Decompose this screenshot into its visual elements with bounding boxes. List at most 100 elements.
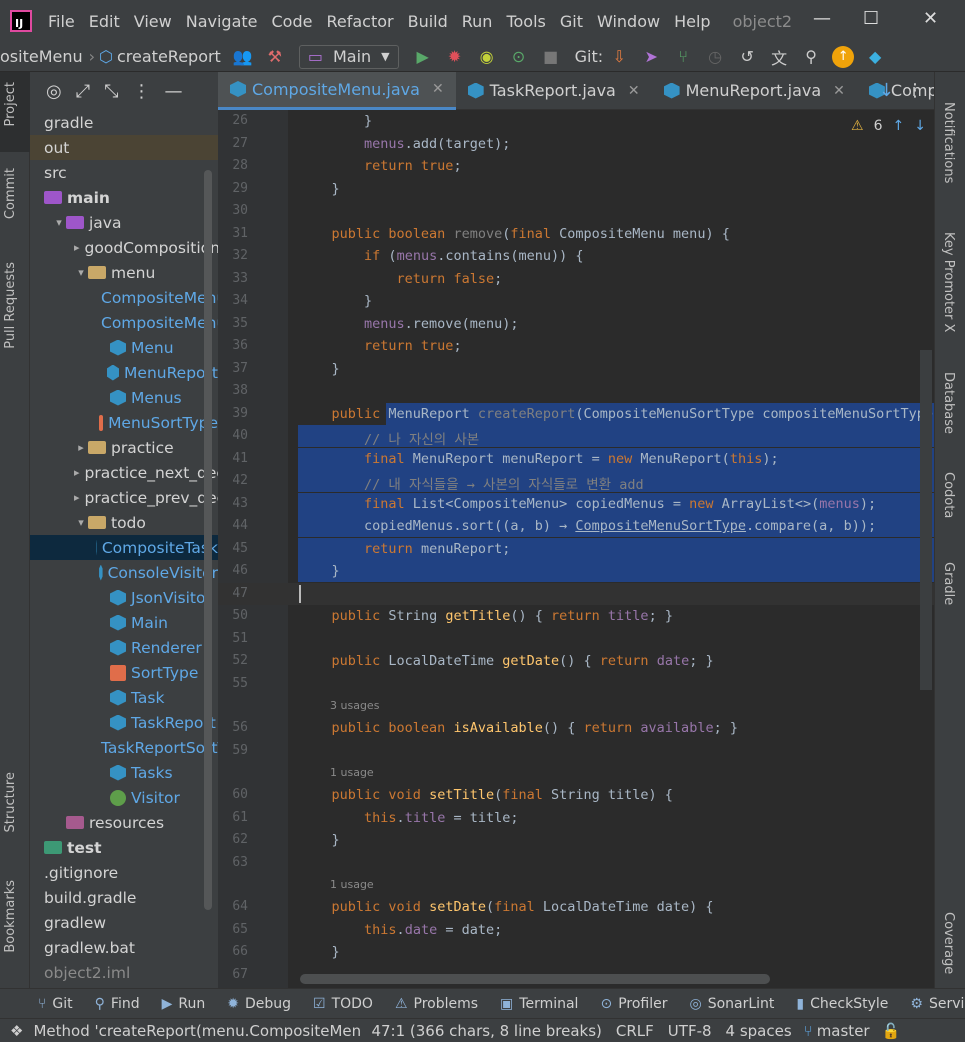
tree-item[interactable]: Visitor — [30, 785, 218, 810]
tool-codota[interactable]: Codota — [941, 472, 956, 518]
editor-tab[interactable]: MenuReport.java ✕ — [652, 72, 857, 110]
tree-item[interactable]: resources — [30, 810, 218, 835]
editor-tab[interactable]: TaskReport.java ✕ — [456, 72, 652, 110]
lock-icon[interactable]: 🔓 — [882, 1022, 901, 1040]
tool-bookmarks[interactable]: Bookmarks — [3, 880, 18, 953]
tool-find[interactable]: ⚲ Find — [95, 996, 140, 1012]
caret-position[interactable]: 47:1 (366 chars, 8 line breaks) — [371, 1022, 601, 1040]
tree-item[interactable]: ▸ goodComposition — [30, 235, 218, 260]
tool-notifications[interactable]: Notifications — [941, 102, 956, 183]
tool-problems[interactable]: ⚠ Problems — [395, 996, 478, 1012]
tool-gradle[interactable]: Gradle — [941, 562, 956, 605]
line-separator[interactable]: CRLF — [616, 1022, 654, 1040]
menu-view[interactable]: View — [134, 12, 172, 31]
tree-item[interactable]: CompositeMenu — [30, 285, 218, 310]
tool-pull-requests[interactable]: Pull Requests — [3, 262, 18, 349]
tree-item[interactable]: ▾ java — [30, 210, 218, 235]
plugin-icon[interactable]: ◆ — [864, 46, 886, 68]
coverage-icon[interactable]: ◉ — [476, 46, 498, 68]
next-highlight-icon[interactable]: ↓ — [914, 118, 926, 134]
chevron-right-icon[interactable]: ▸ — [74, 241, 80, 254]
editor-tab[interactable]: CompositeMenu.java ✕ — [218, 71, 456, 110]
tool-servic[interactable]: ⚙ Servic — [910, 996, 965, 1012]
chevron-down-icon[interactable]: ▾ — [52, 216, 66, 229]
hide-icon[interactable]: — — [165, 81, 183, 102]
tool-terminal[interactable]: ▣ Terminal — [500, 996, 578, 1012]
users-icon[interactable]: 👥 — [232, 46, 254, 68]
update-icon[interactable]: ↑ — [832, 45, 855, 68]
stop-icon[interactable]: ■ — [540, 46, 562, 68]
tree-item[interactable]: src — [30, 160, 218, 185]
menu-help[interactable]: Help — [674, 12, 710, 31]
indent-setting[interactable]: 4 spaces — [726, 1022, 792, 1040]
close-tab-icon[interactable]: ✕ — [833, 83, 845, 99]
project-scrollbar[interactable] — [204, 170, 212, 910]
tree-item[interactable]: Renderer — [30, 635, 218, 660]
usage-hint[interactable]: 3 usages — [330, 699, 379, 712]
search-icon[interactable]: ⚲ — [800, 46, 822, 68]
git-branch-icon[interactable]: ⑂ — [672, 46, 694, 68]
git-branch[interactable]: master — [817, 1022, 870, 1040]
tree-item[interactable]: Menu — [30, 335, 218, 360]
tree-item[interactable]: MenuSortType — [30, 410, 218, 435]
tree-item[interactable]: ▸ practice_prev_decorator — [30, 485, 218, 510]
more-tabs-icon[interactable]: ⋮ — [906, 80, 924, 101]
tool-profiler[interactable]: ⊙ Profiler — [600, 996, 667, 1012]
tree-item[interactable]: TaskReport — [30, 710, 218, 735]
tree-item[interactable]: object2.iml — [30, 960, 218, 985]
menu-tools[interactable]: Tools — [506, 12, 545, 31]
tree-item[interactable]: ▾ menu — [30, 260, 218, 285]
close-tab-icon[interactable]: ✕ — [628, 83, 640, 99]
tree-item[interactable]: Tasks — [30, 760, 218, 785]
git-push-icon[interactable]: ➤ — [640, 46, 662, 68]
tree-item[interactable]: Main — [30, 610, 218, 635]
close-icon[interactable]: ✕ — [923, 8, 938, 29]
history-icon[interactable]: ◷ — [704, 46, 726, 68]
tree-item[interactable]: gradlew.bat — [30, 935, 218, 960]
menu-git[interactable]: Git — [560, 12, 583, 31]
tree-item[interactable]: Task — [30, 685, 218, 710]
run-config-select[interactable]: ▭ Main ▼ — [298, 44, 399, 69]
git-update-icon[interactable]: ⇩ — [608, 46, 630, 68]
tree-item[interactable]: SortType — [30, 660, 218, 685]
profile-icon[interactable]: ⊙ — [508, 46, 530, 68]
tool-key-promoter[interactable]: Key Promoter X — [941, 232, 956, 332]
chevron-down-icon[interactable]: ▾ — [74, 266, 88, 279]
maximize-icon[interactable]: ☐ — [863, 8, 879, 29]
tree-item[interactable]: .gitignore — [30, 860, 218, 885]
collapse-icon[interactable]: ⤡ — [104, 81, 118, 102]
tree-item[interactable]: ConsoleVisitor — [30, 560, 218, 585]
translate-icon[interactable]: 文 — [768, 46, 790, 68]
tree-item[interactable]: out — [30, 135, 218, 160]
tree-item[interactable]: JsonVisitor — [30, 585, 218, 610]
tree-item[interactable]: MenuReport — [30, 360, 218, 385]
tree-item[interactable]: Menus — [30, 385, 218, 410]
tool-coverage[interactable]: Coverage — [941, 912, 956, 974]
code-editor[interactable]: 26 } 27 menus.add(target); 28 return true;… — [218, 110, 934, 988]
editor-hscrollbar[interactable] — [300, 974, 770, 984]
tree-item[interactable]: ▸ practice_next_decorator — [30, 460, 218, 485]
hammer-icon[interactable]: ⚒ — [264, 46, 286, 68]
tool-todo[interactable]: ☑ TODO — [313, 996, 373, 1012]
menu-run[interactable]: Run — [462, 12, 493, 31]
file-encoding[interactable]: UTF-8 — [668, 1022, 712, 1040]
more-icon[interactable]: ⋮ — [133, 81, 151, 102]
target-icon[interactable]: ◎ — [46, 81, 62, 102]
tree-item[interactable]: CompositeMenuSortType — [30, 310, 218, 335]
tool-project[interactable]: Project — [3, 82, 18, 126]
editor-scrollbar[interactable] — [920, 350, 932, 690]
menu-refactor[interactable]: Refactor — [326, 12, 393, 31]
tool-run[interactable]: ▶ Run — [162, 996, 206, 1012]
tree-item[interactable]: TaskReportSortType — [30, 735, 218, 760]
chevron-right-icon[interactable]: ▸ — [74, 491, 80, 504]
menu-edit[interactable]: Edit — [89, 12, 120, 31]
tool-checkstyle[interactable]: ▮ CheckStyle — [796, 996, 888, 1012]
rollback-icon[interactable]: ↺ — [736, 46, 758, 68]
menu-code[interactable]: Code — [272, 12, 313, 31]
tree-item[interactable]: test — [30, 835, 218, 860]
tool-database[interactable]: Database — [941, 372, 956, 434]
tree-item[interactable]: ▾ todo — [30, 510, 218, 535]
tree-item[interactable]: gradlew — [30, 910, 218, 935]
tool-commit[interactable]: Commit — [3, 168, 18, 219]
menu-window[interactable]: Window — [597, 12, 660, 31]
